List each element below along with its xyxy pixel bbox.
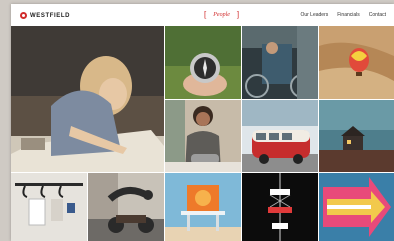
tab-people-label: People — [213, 11, 230, 18]
nav-link-our-leaders[interactable]: Our Leaders — [300, 12, 328, 18]
top-navigation: WESTFIELD [ People ] Our Leaders Financi… — [11, 4, 394, 26]
logo-icon — [20, 12, 27, 19]
nav-link-financials[interactable]: Financials — [337, 12, 360, 18]
photo-grid — [11, 26, 394, 241]
tab-people[interactable]: [ People ] — [197, 10, 246, 19]
brand-logo[interactable]: WESTFIELD — [20, 11, 70, 20]
photo-vw-van[interactable] — [242, 100, 318, 172]
nav-link-contact[interactable]: Contact — [369, 12, 386, 18]
photo-lifeguard-tower[interactable] — [165, 173, 241, 241]
photo-cyclist[interactable] — [242, 26, 318, 99]
photo-motorbike-leap[interactable] — [88, 173, 164, 241]
bracket-left-icon: [ — [204, 10, 207, 19]
photo-woman-kitchen[interactable] — [165, 100, 241, 172]
photo-woman-drawing[interactable] — [11, 26, 164, 172]
bracket-right-icon: ] — [236, 10, 240, 19]
photo-compass[interactable] — [165, 26, 241, 99]
nav-menu: Our Leaders Financials Contact — [300, 12, 386, 18]
photo-house-dusk[interactable] — [319, 100, 394, 172]
brand-name: WESTFIELD — [30, 12, 71, 19]
photo-balloon[interactable] — [319, 26, 394, 99]
photo-hanging-lights[interactable] — [242, 173, 318, 241]
photo-coat-hooks[interactable] — [11, 173, 87, 241]
web-page: WESTFIELD [ People ] Our Leaders Financi… — [11, 4, 394, 241]
photo-arrow-sign[interactable] — [319, 173, 394, 241]
